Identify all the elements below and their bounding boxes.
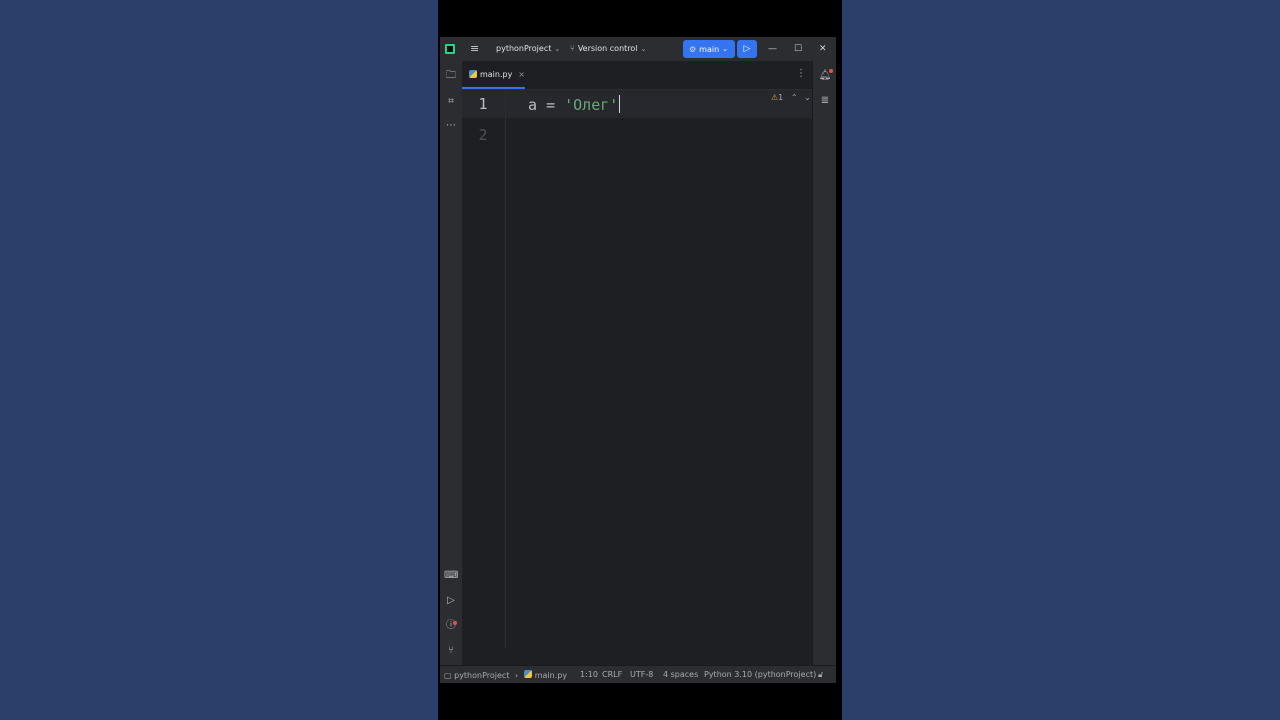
chevron-down-icon[interactable]: ⌄ (804, 93, 811, 102)
version-control-menu[interactable]: ⑂ Version control ⌄ (570, 43, 646, 55)
tab-main-py[interactable]: main.py × (462, 61, 525, 89)
breadcrumb-separator-icon: › (515, 671, 519, 680)
code-variable: a (528, 96, 538, 114)
project-folder-icon[interactable]: 🗀 (444, 69, 458, 83)
inspection-count: 1 (778, 93, 784, 102)
status-bar: ▢ pythonProject › main.py 1:10 CRLF UTF-… (440, 665, 836, 683)
breadcrumb: ▢ pythonProject › main.py (444, 670, 567, 681)
pycharm-logo-icon (445, 44, 455, 54)
more-tools-icon[interactable]: ⋯ (444, 119, 458, 133)
line-number: 1 (478, 95, 488, 113)
git-icon[interactable]: ⑂ (444, 644, 458, 658)
breadcrumb-project[interactable]: pythonProject (454, 671, 509, 680)
gutter-separator (505, 90, 506, 648)
indent-setting[interactable]: 4 spaces (663, 670, 698, 680)
code-editor[interactable]: 1 2 a = 'Олег' ⚠1 ⌃ ⌄ (462, 90, 812, 648)
python-file-icon (523, 670, 532, 678)
text-caret (619, 95, 621, 113)
version-control-label: Version control (577, 44, 638, 53)
current-line-highlight (462, 90, 812, 118)
maximize-button[interactable]: ☐ (794, 42, 802, 56)
chevron-down-icon: ⌄ (554, 45, 561, 53)
branch-icon: ⑂ (570, 44, 575, 53)
editor-tab-bar: main.py × ⋮ (462, 61, 812, 90)
chevron-down-icon: ⌄ (722, 45, 729, 53)
code-line-1[interactable]: a = 'Олег' (528, 95, 621, 114)
code-string: 'Олег' (564, 96, 619, 114)
structure-icon[interactable]: ⌗ (444, 95, 458, 109)
file-encoding[interactable]: UTF-8 (630, 670, 653, 680)
line-number: 2 (478, 126, 488, 144)
run-tool-icon[interactable]: ▷ (444, 594, 458, 608)
play-icon: ▷ (743, 44, 751, 54)
notification-badge (829, 69, 833, 73)
module-icon: ▢ (444, 671, 452, 680)
main-menu-icon[interactable]: ≡ (470, 42, 479, 56)
chevron-up-icon[interactable]: ⌃ (791, 93, 798, 102)
right-tool-strip: 🔔︎ ≣ (812, 61, 836, 665)
close-tab-icon[interactable]: × (518, 70, 525, 79)
database-icon[interactable]: ≣ (818, 94, 832, 108)
run-config-label: main (699, 44, 720, 54)
left-tool-strip: 🗀 ⌗ ⋯ ⌨ ▷ ⓘ ⑂ (440, 61, 463, 665)
project-menu[interactable]: pythonProject ⌄ (496, 43, 560, 55)
python-file-icon (469, 70, 477, 78)
ide-window: ≡ pythonProject ⌄ ⑂ Version control ⌄ ⚙ main… (440, 37, 836, 683)
caret-position[interactable]: 1:10 (580, 670, 598, 680)
minimize-button[interactable]: — (768, 42, 777, 56)
run-configuration-selector[interactable]: ⚙ main ⌄ (683, 40, 735, 58)
code-operator: = (546, 96, 556, 114)
terminal-icon[interactable]: ⌨ (444, 569, 458, 583)
config-icon: ⚙ (689, 44, 697, 54)
tab-label: main.py (479, 69, 513, 79)
tab-options-icon[interactable]: ⋮ (796, 68, 806, 80)
line-separator[interactable]: CRLF (602, 670, 622, 680)
chevron-down-icon: ⌄ (640, 45, 647, 53)
python-interpreter[interactable]: Python 3.10 (pythonProject) (704, 670, 816, 680)
title-bar: ≡ pythonProject ⌄ ⑂ Version control ⌄ ⚙ main… (440, 37, 836, 61)
inspection-widget[interactable]: ⚠1 ⌃ ⌄ (771, 93, 811, 102)
problems-badge (453, 621, 457, 625)
close-button[interactable]: ✕ (819, 42, 827, 56)
lock-icon[interactable]: 🔓︎ (818, 670, 823, 680)
breadcrumb-file[interactable]: main.py (535, 671, 567, 680)
editor-bottom-area (462, 648, 812, 665)
run-button[interactable]: ▷ (737, 40, 757, 58)
project-name: pythonProject (496, 44, 552, 53)
